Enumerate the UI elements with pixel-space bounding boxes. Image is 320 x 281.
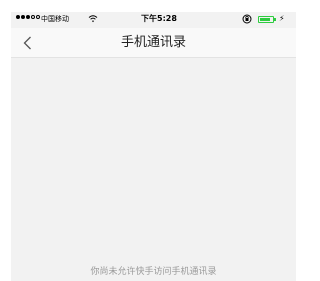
status-time: 下午5:28 — [141, 14, 177, 23]
signal-dot — [36, 15, 40, 19]
page-title: 手机通讯录 — [120, 35, 186, 50]
battery-icon — [258, 16, 274, 23]
signal-strength-icon — [16, 15, 40, 19]
status-bar: 中国移动 下午5:28 ⚡ — [11, 12, 296, 28]
signal-dot — [31, 15, 35, 19]
permission-message: 你尚未允许快手访问手机通讯录 — [90, 267, 217, 277]
carrier-name: 中国移动 — [41, 15, 69, 23]
navigation-bar: 手机通讯录 — [11, 28, 296, 58]
orientation-lock-icon — [242, 14, 252, 26]
signal-dot — [16, 15, 20, 19]
battery-tip — [274, 18, 276, 21]
battery-fill — [260, 18, 270, 21]
charging-icon: ⚡ — [279, 14, 285, 23]
signal-dot — [26, 15, 30, 19]
signal-dot — [21, 15, 25, 19]
wifi-icon — [88, 14, 98, 25]
phone-screen: 中国移动 下午5:28 ⚡ 手机通讯录 你尚未允许快手访问手机通讯录 — [11, 12, 296, 281]
